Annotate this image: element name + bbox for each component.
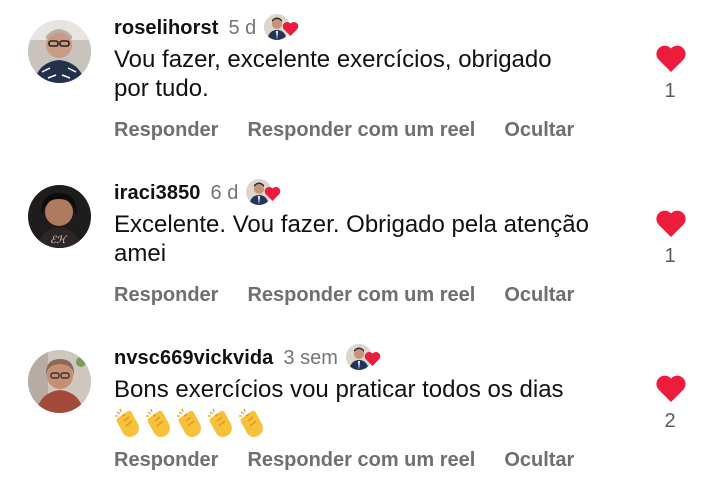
comment-header: roselihorst 5 d	[114, 13, 299, 43]
hide-button[interactable]: Ocultar	[504, 449, 574, 472]
avatar[interactable]: ℰℋ	[28, 185, 91, 248]
comment-header: nvsc669vickvida 3 sem	[114, 343, 381, 373]
comment-header: iraci3850 6 d	[114, 178, 281, 208]
avatar-photo: ℰℋ	[28, 185, 91, 248]
username[interactable]: roselihorst	[114, 17, 218, 40]
reply-button[interactable]: Responder	[114, 449, 218, 472]
comment-actions: Responder Responder com um reel Ocultar	[114, 119, 603, 142]
author-liked-icon	[345, 343, 381, 373]
avatar[interactable]	[28, 20, 91, 83]
emoji-row	[114, 408, 269, 438]
clapping-hands-icon	[115, 408, 139, 437]
username[interactable]: nvsc669vickvida	[114, 347, 273, 370]
timestamp: 6 d	[210, 181, 239, 204]
author-liked-icon	[264, 13, 299, 43]
reply-with-reel-button[interactable]: Responder com um reel	[247, 119, 475, 142]
avatar-photo	[28, 20, 91, 83]
reply-with-reel-button[interactable]: Responder com um reel	[247, 449, 475, 472]
hide-button[interactable]: Ocultar	[504, 284, 574, 307]
svg-text:ℰℋ: ℰℋ	[50, 235, 68, 246]
clapping-hands-icon	[208, 408, 232, 437]
comment-text: Excelente. Vou fazer. Obrigado pela aten…	[114, 211, 589, 267]
timestamp: 5 d	[228, 16, 257, 39]
reply-button[interactable]: Responder	[114, 284, 218, 307]
like-count: 2	[664, 410, 676, 432]
reply-with-reel-button[interactable]: Responder com um reel	[247, 284, 475, 307]
heart-icon[interactable]	[655, 374, 687, 402]
like-count: 1	[664, 245, 676, 267]
comment-item: nvsc669vickvida 3 sem Bons exercícios vo…	[0, 330, 720, 495]
reply-button[interactable]: Responder	[114, 119, 218, 142]
timestamp: 3 sem	[283, 346, 338, 369]
like-count: 1	[664, 80, 676, 102]
avatar[interactable]	[28, 350, 91, 413]
avatar-photo	[28, 350, 91, 413]
comment-text: Bons exercícios vou praticar todos os di…	[114, 376, 564, 403]
clapping-hands-icon	[177, 408, 201, 437]
clapping-hands-icon	[239, 408, 263, 437]
heart-icon[interactable]	[655, 209, 687, 237]
hide-button[interactable]: Ocultar	[504, 119, 574, 142]
comment-item: ℰℋ iraci3850 6 d Excelente. Vou fazer. O…	[0, 165, 720, 330]
author-liked-icon	[246, 178, 281, 208]
comment-item: roselihorst 5 d Vou fazer, excelente exe…	[0, 0, 720, 165]
comment-actions: Responder Responder com um reel Ocultar	[114, 284, 603, 307]
username[interactable]: iraci3850	[114, 182, 201, 205]
comment-text: Vou fazer, excelente exercícios, obrigad…	[114, 46, 552, 102]
clapping-hands-icon	[146, 408, 170, 437]
heart-icon[interactable]	[655, 44, 687, 72]
comment-actions: Responder Responder com um reel Ocultar	[114, 449, 603, 472]
